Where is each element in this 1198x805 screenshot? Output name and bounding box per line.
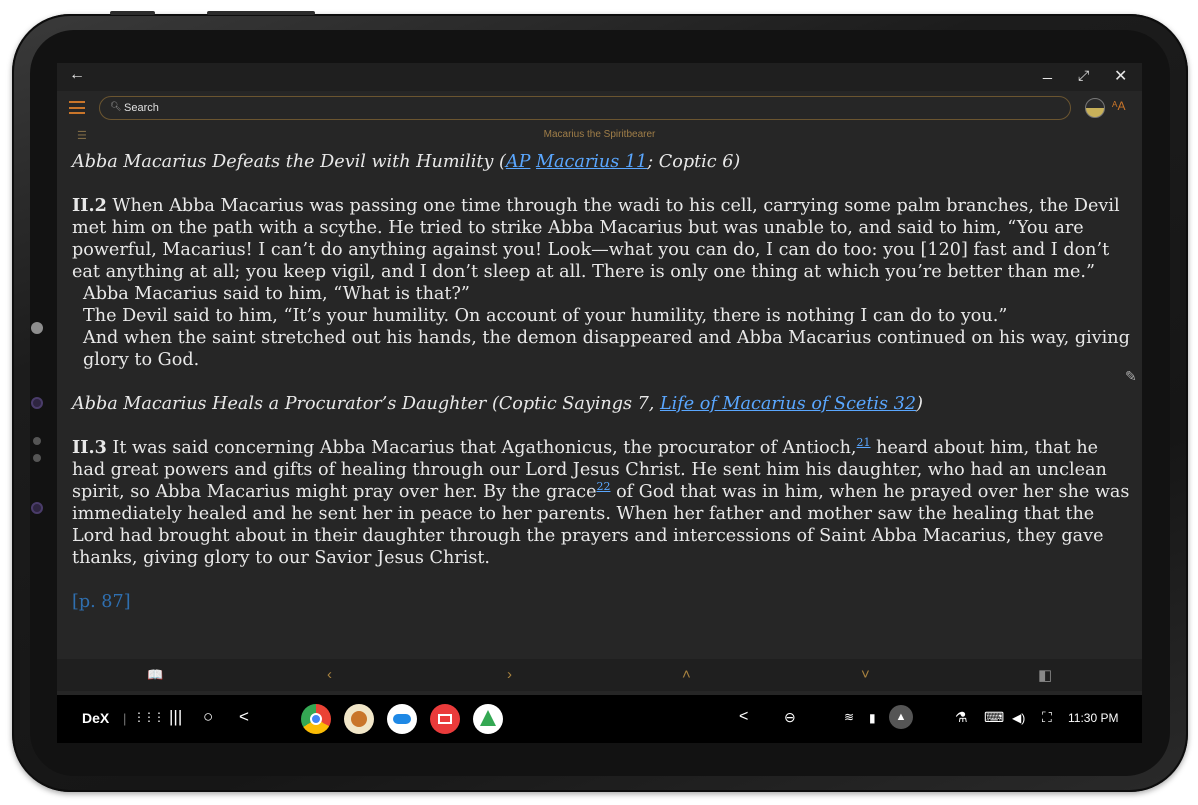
maximize-button[interactable]: ⤢	[1078, 67, 1089, 84]
clock[interactable]: 11:30 PM	[1068, 711, 1118, 725]
hamburger-menu-icon[interactable]	[69, 101, 85, 114]
paragraph-line: And when the saint stretched out his han…	[83, 328, 1130, 370]
reference-link[interactable]: Macarius 11	[536, 152, 647, 172]
dex-label[interactable]: DeX	[82, 710, 109, 726]
paragraph-number: II.2	[72, 195, 107, 216]
sensor-dot	[31, 322, 43, 334]
paragraph-line: The Devil said to him, “It’s your humili…	[83, 306, 1008, 326]
mail-icon[interactable]	[430, 704, 460, 734]
reference-link[interactable]: AP	[506, 152, 531, 172]
camera-lens	[31, 502, 43, 514]
scroll-up-button[interactable]: ˄	[682, 666, 691, 683]
previous-button[interactable]: ‹	[327, 666, 332, 683]
keyboard-icon[interactable]: ⌨	[984, 709, 1004, 726]
search-icon: 🔍︎	[110, 101, 122, 111]
notification-icon[interactable]: ▲	[889, 705, 913, 729]
separator: |	[123, 711, 127, 726]
paragraph-number: II.3	[72, 437, 107, 458]
theme-toggle-icon[interactable]	[1085, 98, 1105, 118]
app-screen: ← _ ⤢ ✕ 🔍︎ Search ᴬA ☰ Macarius the Spir…	[57, 63, 1142, 743]
paragraph: II.2 When Abba Macarius was passing one …	[72, 195, 1120, 282]
scroll-down-button[interactable]: ˅	[861, 666, 870, 683]
power-button	[207, 11, 315, 15]
book-subbar: ☰ Macarius the Spiritbearer	[57, 125, 1142, 145]
bottom-navigation: 📖 ‹ › ˄ ˅ ◧	[57, 659, 1142, 691]
cloud-icon[interactable]	[387, 704, 417, 734]
wifi-icon: ≋	[844, 710, 855, 724]
photos-icon[interactable]	[473, 704, 503, 734]
reading-content: Abba Macarius Defeats the Devil with Hum…	[72, 151, 1132, 613]
volume-button	[110, 11, 155, 15]
volume-icon[interactable]: ◀)	[1012, 711, 1025, 725]
search-input[interactable]: 🔍︎ Search	[99, 96, 1071, 120]
minus-icon[interactable]: ⊖	[784, 709, 796, 726]
lab-icon[interactable]: ⚗	[955, 709, 968, 726]
section-heading: Abba Macarius Defeats the Devil with Hum…	[72, 152, 741, 172]
footnote-link[interactable]: 22	[596, 480, 610, 493]
font-size-icon[interactable]: ᴬA	[1112, 99, 1125, 113]
app-toolbar: 🔍︎ Search ᴬA	[57, 91, 1142, 125]
search-placeholder: Search	[124, 102, 159, 114]
footnote-link[interactable]: 21	[857, 436, 871, 449]
camera-lens	[31, 397, 43, 409]
recents-icon[interactable]: |||	[169, 707, 182, 727]
chrome-icon[interactable]	[301, 704, 331, 734]
panel-toggle-icon[interactable]: ◧	[1038, 666, 1052, 684]
paragraph: II.3 It was said concerning Abba Macariu…	[72, 436, 1130, 568]
section-heading: Abba Macarius Heals a Procurator’s Daugh…	[72, 394, 923, 414]
pencil-icon[interactable]: ✎	[1125, 368, 1137, 385]
app-icon[interactable]	[344, 704, 374, 734]
minimize-button[interactable]: _	[1043, 63, 1052, 81]
dex-taskbar: DeX | ⋮⋮⋮ ||| ○ < < ⊖ ≋ ▮ ▲ ⚗ ⌨ ◀) ⛶ 11:…	[57, 695, 1142, 743]
back-arrow-icon[interactable]: ←	[69, 66, 85, 84]
tray-back-icon[interactable]: <	[739, 708, 748, 726]
next-button[interactable]: ›	[507, 666, 512, 683]
sensor-dot	[33, 454, 41, 462]
screenshot-icon[interactable]: ⛶	[1042, 709, 1052, 726]
page-reference: [p. 87]	[72, 592, 131, 612]
apps-grid-icon[interactable]: ⋮⋮⋮	[133, 710, 165, 724]
close-button[interactable]: ✕	[1114, 66, 1127, 86]
sensor-dot	[33, 437, 41, 445]
window-titlebar: ← _ ⤢ ✕	[57, 63, 1142, 91]
home-icon[interactable]: ○	[203, 707, 213, 727]
reference-link[interactable]: Life of Macarius of Scetis 32	[660, 394, 916, 414]
book-title: Macarius the Spiritbearer	[543, 129, 656, 140]
battery-icon: ▮	[869, 711, 876, 725]
nav-back-icon[interactable]: <	[239, 707, 249, 727]
paragraph-line: Abba Macarius said to him, “What is that…	[83, 284, 470, 304]
book-icon[interactable]: 📖	[147, 667, 163, 683]
